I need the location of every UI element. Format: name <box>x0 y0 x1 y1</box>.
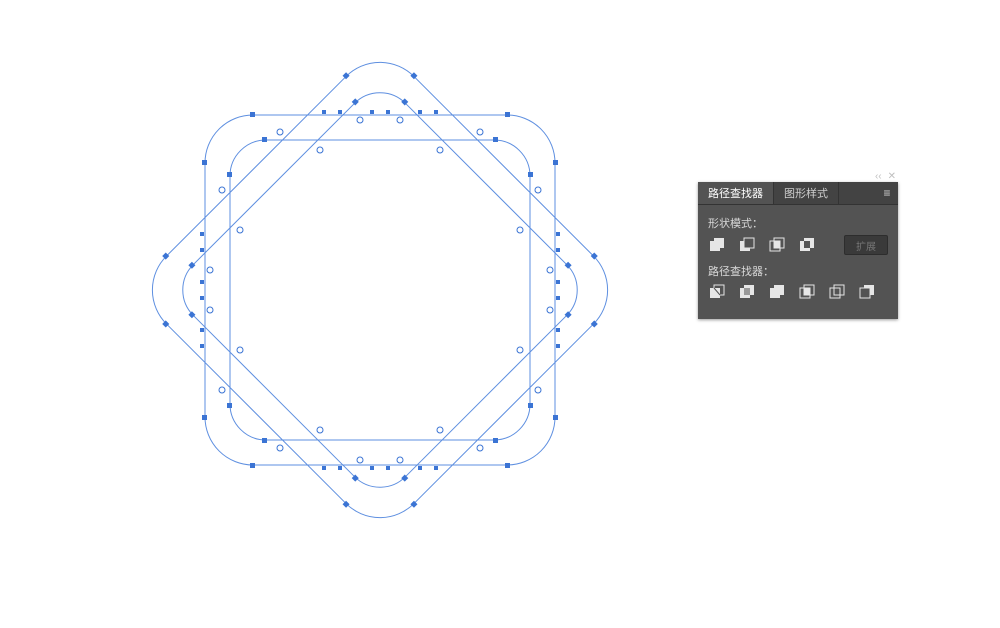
panel-close-icon[interactable]: ✕ <box>888 172 896 182</box>
pf-minus-back-icon[interactable] <box>858 283 876 301</box>
pathfinder-panel[interactable]: ‹‹ ✕ 路径查找器 图形样式 ≡ 形状模式： 扩展 路径查找器： <box>698 182 898 319</box>
panel-menu-icon[interactable]: ≡ <box>876 182 898 204</box>
tab-pathfinder[interactable]: 路径查找器 <box>698 182 774 204</box>
panel-collapse-icon[interactable]: ‹‹ <box>875 172 882 182</box>
pf-intersect-icon[interactable] <box>768 236 786 254</box>
pf-merge-icon[interactable] <box>768 283 786 301</box>
pathfinders-label: 路径查找器： <box>708 263 888 279</box>
pf-trim-icon[interactable] <box>738 283 756 301</box>
pf-crop-icon[interactable] <box>798 283 816 301</box>
anchor-points <box>128 38 631 541</box>
tab-graphic-styles[interactable]: 图形样式 <box>774 182 839 204</box>
pf-unite-icon[interactable] <box>708 236 726 254</box>
panel-flyout: ‹‹ ✕ <box>875 172 896 182</box>
panel-body: 形状模式： 扩展 路径查找器： <box>698 205 898 319</box>
pathfinders-row <box>708 283 888 301</box>
shape-modes-label: 形状模式： <box>708 215 888 231</box>
shape-modes-row: 扩展 <box>708 235 888 255</box>
pf-minus-front-icon[interactable] <box>738 236 756 254</box>
expand-button[interactable]: 扩展 <box>844 235 888 255</box>
panel-tabs: 路径查找器 图形样式 ≡ <box>698 182 898 205</box>
pf-outline-icon[interactable] <box>828 283 846 301</box>
pf-divide-icon[interactable] <box>708 283 726 301</box>
pf-exclude-icon[interactable] <box>798 236 816 254</box>
